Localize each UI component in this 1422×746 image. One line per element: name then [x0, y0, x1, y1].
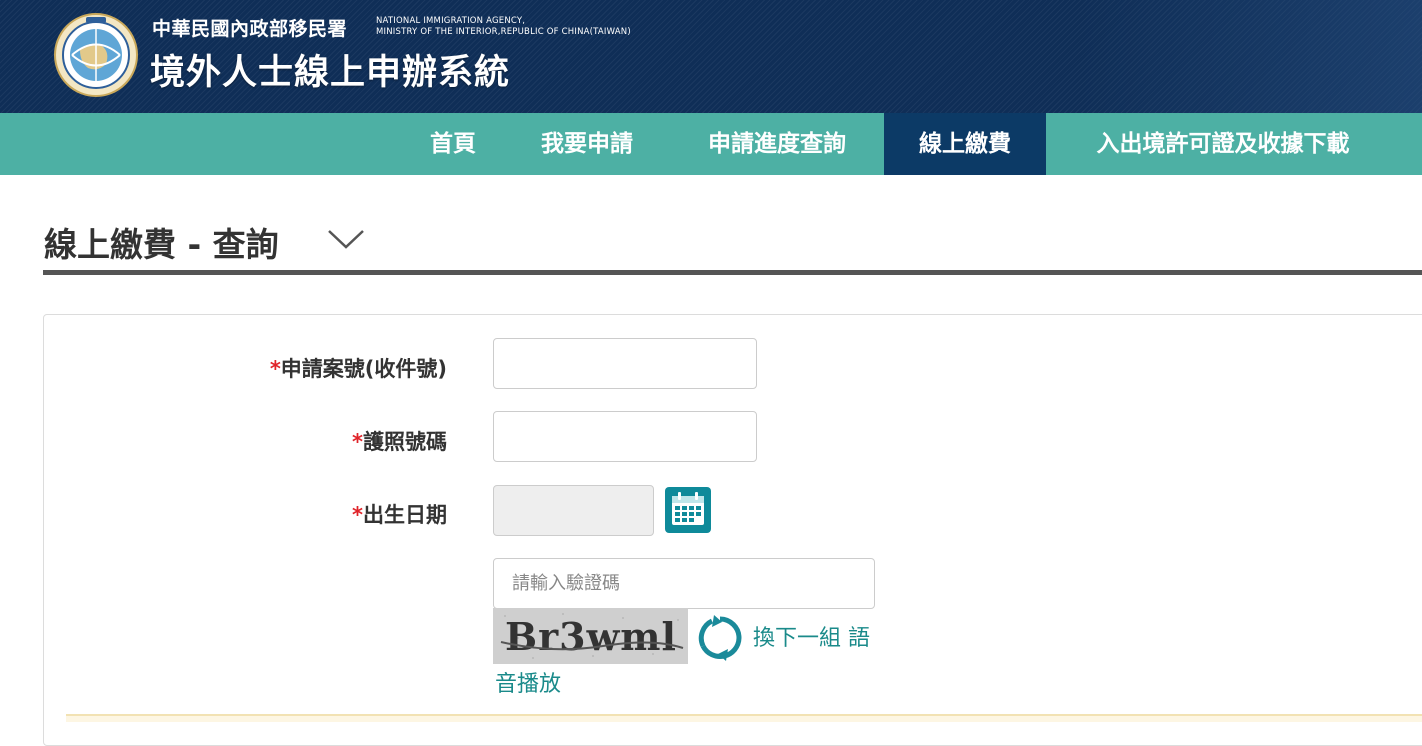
birth-date-label-text: 出生日期: [363, 503, 447, 527]
nav-item-progress[interactable]: 申請進度查詢: [680, 113, 874, 175]
calendar-icon[interactable]: [665, 487, 711, 533]
captcha-text: Br3wml: [505, 614, 677, 659]
agency-name-en: NATIONAL IMMIGRATION AGENCY, MINISTRY OF…: [376, 16, 631, 38]
page-title: 線上繳費 - 查詢: [44, 225, 279, 264]
header-glow: [1080, 0, 1422, 113]
passport-label-text: 護照號碼: [363, 430, 447, 454]
main-nav: 首頁 我要申請 申請進度查詢 線上繳費 入出境許可證及收據下載: [0, 113, 1422, 175]
captcha-image: Br3wml: [493, 608, 688, 664]
case-no-label-text: 申請案號(收件號): [280, 357, 447, 381]
title-divider: [43, 270, 1422, 275]
agency-name-en-line1: NATIONAL IMMIGRATION AGENCY,: [376, 16, 526, 26]
passport-input[interactable]: [493, 411, 757, 462]
required-mark: *: [352, 430, 363, 454]
agency-name-cn: 中華民國內政部移民署: [152, 18, 348, 40]
nav-item-permit-download[interactable]: 入出境許可證及收據下載: [1060, 113, 1386, 175]
site-header: 中華民國內政部移民署 NATIONAL IMMIGRATION AGENCY, …: [0, 0, 1422, 113]
case-no-label: *申請案號(收件號): [270, 353, 447, 383]
notice-box: [66, 714, 1422, 722]
system-title[interactable]: 境外人士線上申辦系統: [150, 44, 510, 95]
birth-date-input[interactable]: [493, 485, 654, 536]
refresh-captcha-link[interactable]: 換下一組 語: [753, 620, 870, 652]
agency-logo[interactable]: [50, 12, 142, 98]
required-mark: *: [352, 503, 363, 527]
required-mark: *: [269, 357, 281, 381]
passport-label: *護照號碼: [352, 426, 447, 456]
audio-captcha-link[interactable]: 音播放: [495, 666, 561, 698]
nav-item-home[interactable]: 首頁: [410, 113, 496, 175]
captcha-input[interactable]: [493, 558, 875, 609]
birth-date-label: *出生日期: [352, 499, 447, 529]
case-no-input[interactable]: [493, 338, 757, 389]
nav-item-apply[interactable]: 我要申請: [516, 113, 658, 175]
agency-name-en-line2: MINISTRY OF THE INTERIOR,REPUBLIC OF CHI…: [376, 27, 631, 37]
nav-item-online-payment[interactable]: 線上繳費: [884, 113, 1046, 175]
refresh-icon[interactable]: [697, 615, 743, 661]
chevron-down-icon[interactable]: [326, 226, 366, 252]
